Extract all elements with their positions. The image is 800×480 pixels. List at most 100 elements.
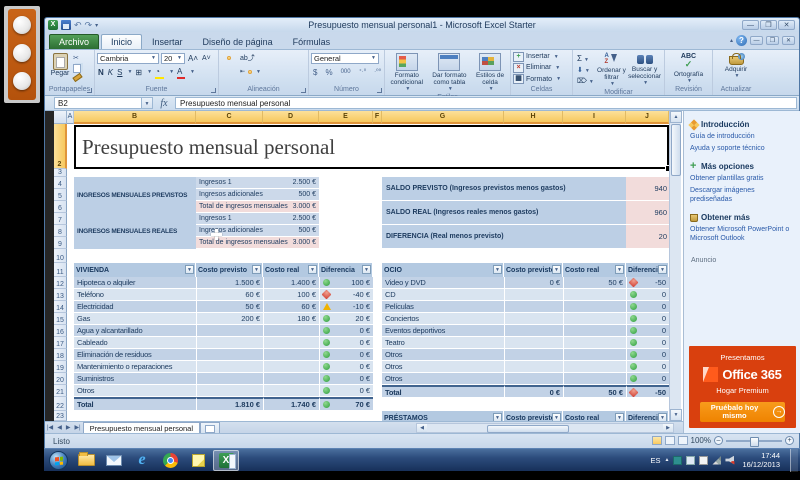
vivienda-row-cell[interactable] [196,361,263,373]
filter-dropdown-icon[interactable]: ▼ [658,265,667,274]
row-header-22[interactable]: 22 [54,397,67,411]
workbook-close-button[interactable]: ✕ [782,36,795,45]
ocio-row-cell[interactable] [504,289,563,301]
ocio-row-diff-cell[interactable]: 0 [626,289,669,301]
table-header-vivienda-2[interactable]: Costo real▼ [263,263,319,277]
ocio-row-diff-cell[interactable]: 0 [626,313,669,325]
row-header-12[interactable]: 12 [54,277,67,289]
start-button[interactable] [45,450,71,471]
minimize-ribbon-icon[interactable]: ▴ [730,37,733,44]
pane-link[interactable]: Obtener plantillas gratis [690,174,795,183]
column-header-G[interactable]: G [382,111,504,124]
page-layout-view-icon[interactable] [665,436,675,445]
income-row[interactable]: Ingresos 12.500 € [196,177,319,189]
office365-ad[interactable]: Presentamos Office 365 Hogar Premium Pru… [689,346,796,428]
vivienda-row-cell[interactable]: 60 € [263,301,319,313]
taskbar-explorer-button[interactable] [73,450,99,471]
ocio-row-diff-cell[interactable]: -50 [626,277,669,289]
ocio-row-cell[interactable] [504,301,563,313]
vivienda-row-cell[interactable]: Gas [74,313,196,325]
fill-icon[interactable]: ⬇▼ [577,66,594,74]
align-top-icon[interactable] [221,56,225,60]
merge-center-icon[interactable] [248,70,252,74]
worksheet-grid[interactable]: ABCDEFGHIJ 23456789101112131415161718192… [45,111,683,421]
ocio-row-diff-cell[interactable]: 0 [626,361,669,373]
filter-dropdown-icon[interactable]: ▼ [308,265,317,274]
filter-dropdown-icon[interactable]: ▼ [493,265,502,274]
vivienda-row-cell[interactable]: 100 € [263,289,319,301]
orientation-icon[interactable]: ab⤴ [239,53,256,64]
redo-icon[interactable]: ↷ [85,20,93,30]
vivienda-row-diff-cell[interactable]: -40 € [319,289,373,301]
pane-link[interactable]: Descargar imágenes prediseñadas [690,186,795,204]
decrease-decimal-icon[interactable]: ·⁰⁰ [372,67,383,78]
ocio-row-cell[interactable] [504,349,563,361]
workbook-minimize-button[interactable]: — [750,36,763,45]
vivienda-row-cell[interactable] [196,325,263,337]
format-as-table-button[interactable]: Dar formato como tabla▼ [429,51,471,93]
vivienda-row-cell[interactable]: 60 € [196,289,263,301]
column-header-J[interactable]: J [626,111,669,124]
ocio-row-cell[interactable] [563,349,626,361]
device-button-1[interactable] [13,16,31,34]
vivienda-row-diff-cell[interactable]: 0 € [319,361,373,373]
dialog-launcher-icon[interactable] [301,88,306,93]
sort-filter-button[interactable]: Ordenar y filtrar▼ [596,51,627,88]
align-right-icon[interactable] [233,70,237,74]
ocio-row-cell[interactable] [563,313,626,325]
ocio-row-cell[interactable] [504,373,563,385]
ocio-row-cell[interactable]: Teatro [382,337,504,349]
scroll-left-icon[interactable]: ◀ [417,424,427,432]
ocio-row-cell[interactable]: 50 € [563,277,626,289]
prev-sheet-icon[interactable]: ◀ [55,424,64,431]
vivienda-row-cell[interactable] [196,385,263,397]
income-row[interactable]: Total de ingresos mensuales3.000 € [196,201,319,213]
vivienda-row-cell[interactable] [196,373,263,385]
row-header-21[interactable]: 21 [54,385,67,397]
borders-icon[interactable]: ⊞ [134,67,143,78]
ocio-total-diff-cell[interactable]: -50 [626,385,669,398]
underline-button[interactable]: S [116,67,123,78]
clipboard-tray-icon[interactable] [699,456,708,465]
ocio-total-cell[interactable]: 0 € [504,385,563,398]
ocio-row-cell[interactable] [504,325,563,337]
taskbar-sticky-notes-button[interactable] [185,450,211,471]
vivienda-row-cell[interactable] [263,361,319,373]
vivienda-row-cell[interactable]: Otros [74,385,196,397]
table-header-prestamos-2[interactable]: Costo real▼ [563,411,626,421]
workbook-restore-button[interactable]: ❒ [766,36,779,45]
taskbar-chrome-button[interactable] [157,450,183,471]
wrap-text-icon[interactable] [258,56,262,60]
minimize-button[interactable]: — [742,20,759,30]
display-tray-icon[interactable] [686,456,695,465]
filter-dropdown-icon[interactable]: ▼ [493,413,502,421]
vivienda-total-cell[interactable]: Total [74,397,196,411]
income-row[interactable]: Ingresos adicionales500 € [196,189,319,201]
show-hidden-icons-icon[interactable]: ▲ [665,457,670,463]
format-painter-icon[interactable] [73,74,87,83]
conditional-formatting-button[interactable]: Formato condicional▼ [387,51,427,93]
grow-font-icon[interactable]: A˄ [187,53,199,64]
formula-input[interactable]: Presupuesto mensual personal [175,97,797,109]
row-header-23[interactable]: 23 [54,411,67,421]
taskbar-internet-explorer-button[interactable]: e [129,450,155,471]
row-header-17[interactable]: 17 [54,337,67,349]
vivienda-row-cell[interactable]: 180 € [263,313,319,325]
ocio-row-cell[interactable] [563,289,626,301]
paste-button[interactable]: Pegar [47,51,73,85]
dialog-launcher-icon[interactable] [211,88,216,93]
select-all-corner[interactable] [54,111,67,124]
insert-cells-button[interactable]: +Insertar▼ [513,51,570,62]
undo-icon[interactable]: ↶ [74,20,82,30]
name-box[interactable]: B2 [54,97,142,109]
filter-dropdown-icon[interactable]: ▼ [185,265,194,274]
row-header-8[interactable]: 8 [54,225,67,237]
zoom-slider[interactable] [726,440,782,442]
vivienda-row-cell[interactable]: Eliminación de residuos [74,349,196,361]
network-signal-icon[interactable] [712,456,721,465]
vivienda-row-cell[interactable]: 50 € [196,301,263,313]
table-header-prestamos-0[interactable]: PRÉSTAMOS▼ [382,411,504,421]
align-left-icon[interactable] [221,70,225,74]
vertical-scrollbar[interactable]: ▲ ▼ [669,111,681,421]
column-header-C[interactable]: C [196,111,263,124]
